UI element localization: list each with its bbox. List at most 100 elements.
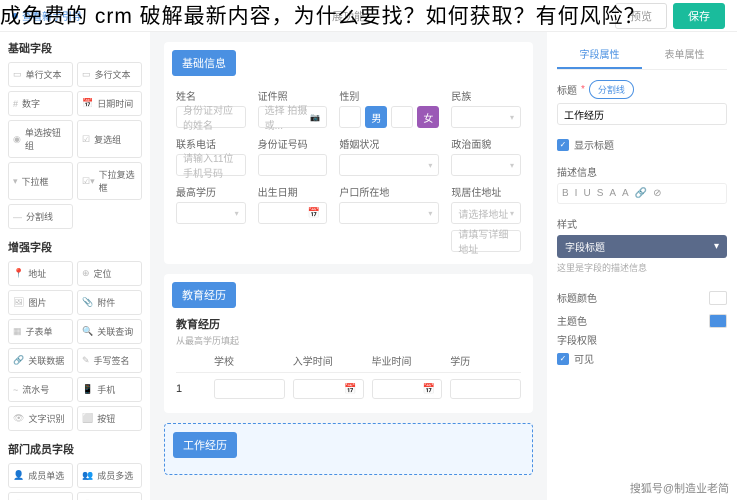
field-type-item[interactable]: 👥成员多选 bbox=[77, 463, 142, 488]
field-type-item[interactable]: 📅 日期时间 bbox=[77, 91, 142, 116]
color-icon[interactable]: A bbox=[622, 188, 629, 199]
section-header-basic[interactable]: 基础信息 bbox=[172, 50, 236, 76]
field-type-item[interactable]: ◉单选按钮组 bbox=[8, 120, 73, 158]
cell-end[interactable]: 📅 bbox=[372, 379, 443, 399]
font-icon[interactable]: A bbox=[609, 188, 616, 199]
radio-male[interactable]: 男 bbox=[365, 106, 387, 128]
field-type-item[interactable]: ☑ 复选组 bbox=[77, 120, 142, 158]
field-type-item[interactable]: ~流水号 bbox=[8, 377, 73, 402]
field-type-item[interactable]: ▭多行文本 bbox=[77, 62, 142, 87]
rich-toolbar[interactable]: B I U S A A 🔗 ⊘ bbox=[557, 183, 727, 204]
italic-icon[interactable]: I bbox=[575, 188, 578, 199]
field-type-item[interactable]: ⬜按钮 bbox=[77, 406, 142, 431]
field-edu[interactable]: 最高学历▾ bbox=[176, 184, 246, 252]
field-type-item[interactable]: ▦子表单 bbox=[8, 319, 73, 344]
cell-start[interactable]: 📅 bbox=[293, 379, 364, 399]
field-type-label: 手机 bbox=[97, 383, 115, 396]
field-type-item[interactable]: 👤成员单选 bbox=[8, 463, 73, 488]
field-icon: ☑ bbox=[82, 134, 90, 145]
field-type-label: 下拉复选框 bbox=[99, 168, 137, 194]
field-idno[interactable]: 身份证号码 bbox=[258, 136, 328, 176]
field-icon: 📅 bbox=[82, 98, 93, 109]
field-type-item[interactable]: ⊕定位 bbox=[77, 261, 142, 286]
field-type-item[interactable]: 👁文字识别 bbox=[8, 406, 73, 431]
divider-pill[interactable]: 分割线 bbox=[589, 80, 634, 99]
radio-opt[interactable]: ○ bbox=[339, 106, 361, 128]
cell-degree[interactable] bbox=[450, 379, 521, 399]
check-icon: ✓ bbox=[557, 139, 569, 151]
title-color-row[interactable]: 标题颜色 bbox=[557, 286, 727, 309]
field-icon: 🔍 bbox=[82, 326, 93, 337]
field-type-item[interactable]: 📍地址 bbox=[8, 261, 73, 286]
field-type-item[interactable]: ✎手写签名 bbox=[77, 348, 142, 373]
prop-title-label: 标题*分割线 bbox=[557, 80, 727, 99]
chevron-down-icon: ▾ bbox=[428, 161, 432, 170]
section-work[interactable]: 工作经历 bbox=[164, 423, 533, 475]
field-type-item[interactable]: 📱手机 bbox=[77, 377, 142, 402]
field-type-item[interactable]: 🔗关联数据 bbox=[8, 348, 73, 373]
field-type-label: 关联数据 bbox=[28, 354, 64, 367]
field-type-label: 流水号 bbox=[22, 383, 49, 396]
field-type-item[interactable]: 🏢部门单选 bbox=[8, 492, 73, 500]
field-photo[interactable]: 证件照选择 拍摄或...📷 bbox=[258, 88, 328, 128]
field-type-item[interactable]: 🔍 关联查询 bbox=[77, 319, 142, 344]
field-icon: ⬜ bbox=[82, 413, 93, 424]
field-hukou[interactable]: 户口所在地▾ bbox=[339, 184, 439, 252]
field-type-label: 数字 bbox=[22, 97, 40, 110]
field-phone[interactable]: 联系电话请输入11位手机号码 bbox=[176, 136, 246, 176]
radio-opt[interactable]: ○ bbox=[391, 106, 413, 128]
section-header-edu[interactable]: 教育经历 bbox=[172, 282, 236, 308]
field-gender[interactable]: 性别○男○女 bbox=[339, 88, 439, 128]
field-icon: ▭ bbox=[13, 69, 22, 80]
calendar-icon: 📅 bbox=[308, 208, 320, 219]
visible-checkbox[interactable]: ✓可见 bbox=[557, 351, 727, 366]
field-political[interactable]: 政治面貌▾ bbox=[451, 136, 521, 176]
field-type-item[interactable]: —分割线 bbox=[8, 204, 73, 229]
field-type-label: 关联查询 bbox=[97, 325, 133, 338]
field-type-item[interactable]: #数字 bbox=[8, 91, 73, 116]
clear-icon[interactable]: ⊘ bbox=[653, 188, 661, 199]
save-button[interactable]: 保存 bbox=[673, 3, 725, 29]
field-type-item[interactable]: ☑▾下拉复选框 bbox=[77, 162, 142, 200]
field-type-item[interactable]: ▭单行文本 bbox=[8, 62, 73, 87]
field-type-item[interactable]: 🖼图片 bbox=[8, 290, 73, 315]
chevron-down-icon: ▾ bbox=[714, 241, 719, 252]
field-birth[interactable]: 出生日期📅 bbox=[258, 184, 328, 252]
main-layout: 基础字段 ▭单行文本▭多行文本#数字📅日期时间◉单选按钮组☑复选组▾下拉框☑▾下… bbox=[0, 32, 737, 500]
field-type-item[interactable]: ▾下拉框 bbox=[8, 162, 73, 200]
field-type-item[interactable]: 📎附件 bbox=[77, 290, 142, 315]
field-addr[interactable]: 现居住地址请选择地址▾请填写详细地址 bbox=[451, 184, 521, 252]
field-type-label: 复选组 bbox=[94, 133, 121, 146]
field-type-label: 单选按钮组 bbox=[25, 126, 68, 152]
table-row[interactable]: 1 📅 📅 bbox=[176, 373, 521, 405]
underline-icon[interactable]: U bbox=[583, 188, 590, 199]
section-header-work[interactable]: 工作经历 bbox=[173, 432, 237, 458]
chevron-down-icon: ▾ bbox=[510, 161, 514, 170]
field-type-item[interactable]: 🏢部门多选 bbox=[77, 492, 142, 500]
title-input[interactable] bbox=[557, 103, 727, 125]
section-title-dept: 部门成员字段 bbox=[8, 441, 142, 457]
show-title-checkbox[interactable]: ✓显示标题 bbox=[557, 137, 727, 152]
tab-field-props[interactable]: 字段属性 bbox=[557, 40, 642, 69]
chevron-down-icon: ▾ bbox=[510, 209, 514, 218]
field-type-label: 成员单选 bbox=[28, 469, 64, 482]
field-icon: ✎ bbox=[82, 355, 90, 366]
color-swatch-blue[interactable] bbox=[709, 314, 727, 328]
strike-icon[interactable]: S bbox=[597, 188, 604, 199]
field-name[interactable]: 姓名身份证对应的姓名 bbox=[176, 88, 246, 128]
bold-icon[interactable]: B bbox=[562, 188, 569, 199]
tab-form-props[interactable]: 表单属性 bbox=[642, 40, 727, 69]
style-label: 样式 bbox=[557, 216, 727, 231]
field-ethnic[interactable]: 民族▾ bbox=[451, 88, 521, 128]
cell-school[interactable] bbox=[214, 379, 285, 399]
field-marital[interactable]: 婚姻状况▾ bbox=[339, 136, 439, 176]
form-canvas: 基础信息 姓名身份证对应的姓名 证件照选择 拍摄或...📷 性别○男○女 民族▾… bbox=[150, 32, 547, 500]
radio-female[interactable]: 女 bbox=[417, 106, 439, 128]
link-icon[interactable]: 🔗 bbox=[635, 188, 647, 199]
overlay-title: 成免费的 crm 破解最新内容，为什么要找？如何获取？有何风险？ bbox=[0, 0, 646, 30]
theme-color-row[interactable]: 主题色 bbox=[557, 309, 727, 332]
style-select[interactable]: 字段标题▾ bbox=[557, 235, 727, 258]
field-type-label: 日期时间 bbox=[97, 97, 133, 110]
color-swatch[interactable] bbox=[709, 291, 727, 305]
section-education: 教育经历 教育经历 从最高学历填起 学校 入学时间 毕业时间 学历 1 📅 📅 bbox=[164, 274, 533, 413]
